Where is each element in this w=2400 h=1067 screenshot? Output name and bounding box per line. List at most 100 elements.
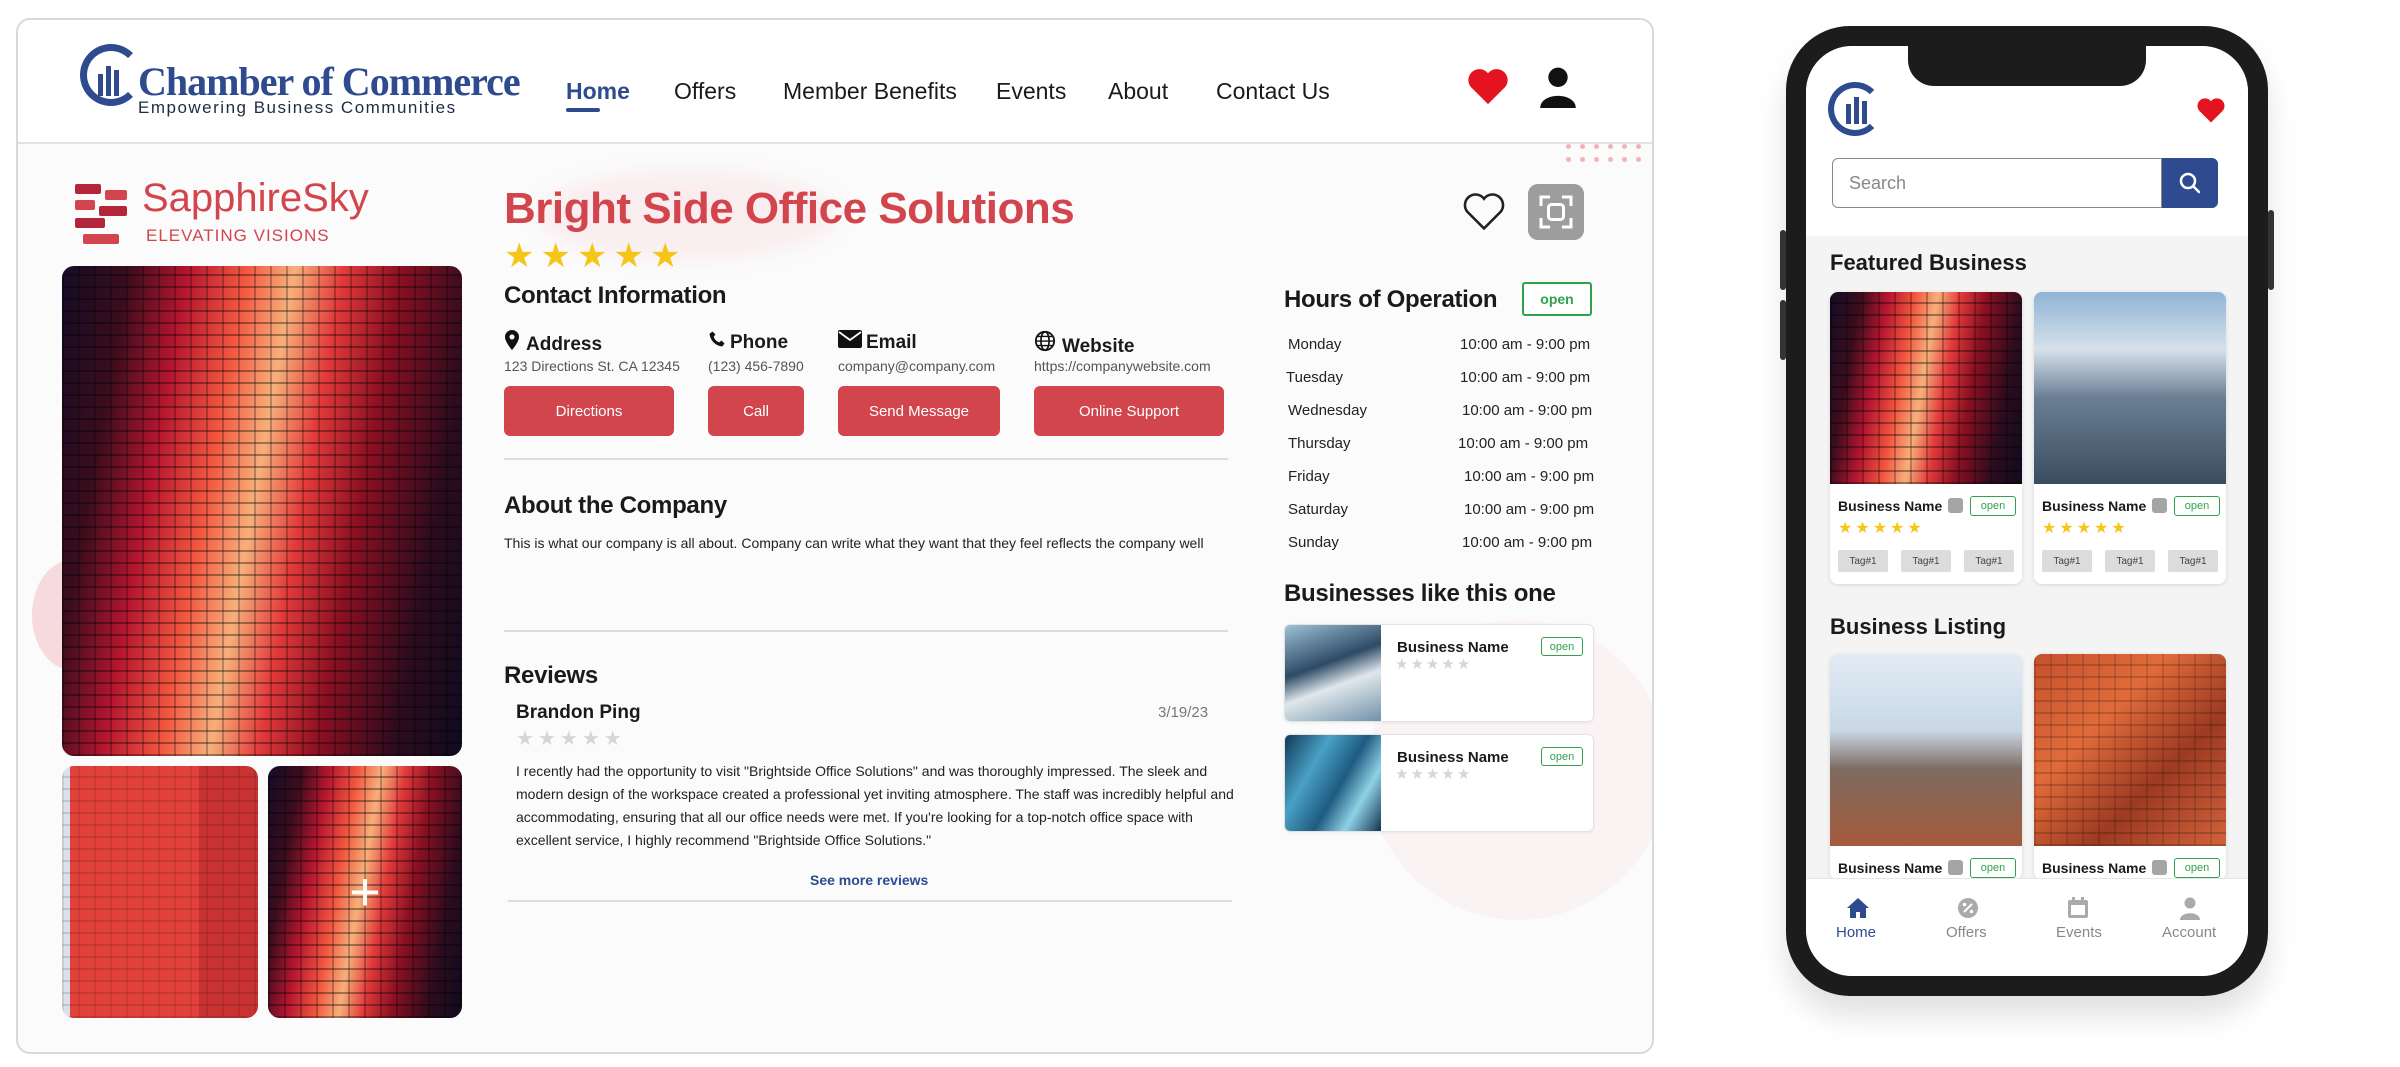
sapphiresky-logo-icon: [75, 184, 131, 248]
top-navbar: Chamber of Commerce Empowering Business …: [18, 20, 1652, 144]
scan-icon: [1539, 195, 1573, 229]
nav-events[interactable]: Events: [996, 78, 1066, 105]
open-status-badge: open: [2174, 858, 2220, 878]
nav-offers[interactable]: Offers: [674, 78, 736, 105]
listing-business-card[interactable]: Business Name open: [2034, 654, 2226, 880]
open-status-badge: open: [1522, 282, 1592, 316]
gallery-photo-more[interactable]: +: [268, 766, 462, 1018]
company-title: Bright Side Office Solutions: [504, 184, 1075, 233]
divider: [504, 630, 1228, 632]
qr-icon: [1948, 860, 1963, 875]
send-message-button[interactable]: Send Message: [838, 386, 1000, 436]
envelope-icon: [838, 330, 866, 353]
tag-chip[interactable]: Tag#1: [2042, 550, 2092, 572]
phone-power-button: [2268, 210, 2274, 290]
website-value[interactable]: https://companywebsite.com: [1034, 358, 1211, 374]
tab-events[interactable]: Events: [2056, 924, 2102, 941]
decor-dots: [1566, 144, 1642, 162]
website-label: Website: [1062, 336, 1135, 357]
logo-subtitle: Empowering Business Communities: [138, 98, 457, 117]
tag-chip[interactable]: Tag#1: [1838, 550, 1888, 572]
open-status-badge: open: [1970, 496, 2016, 516]
gallery-photo-1[interactable]: [62, 766, 258, 1018]
qr-icon: [2152, 860, 2167, 875]
business-photo: [1830, 654, 2022, 846]
heart-icon[interactable]: [2196, 96, 2226, 124]
tab-home[interactable]: Home: [1836, 924, 1876, 941]
contact-website: Website: [1034, 330, 1135, 358]
search-button[interactable]: [2162, 158, 2218, 208]
tag-chip[interactable]: Tag#1: [1964, 550, 2014, 572]
review-date: 3/19/23: [1158, 704, 1209, 721]
nav-contact-us[interactable]: Contact Us: [1216, 78, 1330, 105]
qr-icon: [1948, 498, 1963, 513]
tab-offers[interactable]: Offers: [1946, 924, 1987, 941]
listing-business-card[interactable]: Business Name open: [1830, 654, 2022, 880]
reviews-heading: Reviews: [504, 662, 598, 689]
star-icon: ★: [559, 728, 578, 750]
company-rating: ★ ★ ★ ★ ★: [504, 236, 680, 276]
tag-chip[interactable]: Tag#1: [1901, 550, 1951, 572]
phone-value: (123) 456-7890: [708, 358, 804, 374]
phone-volume-button: [1780, 300, 1786, 360]
open-status-badge: open: [1541, 637, 1583, 656]
review-text: I recently had the opportunity to visit …: [516, 763, 1234, 848]
user-icon: [2180, 897, 2200, 920]
search-icon: [2179, 172, 2201, 194]
logo-building-icon: [98, 62, 128, 96]
contact-phone: Phone: [708, 330, 788, 354]
contact-address: Address: [504, 330, 602, 356]
hours-day: Monday: [1288, 336, 1342, 353]
brand-name: SapphireSky: [142, 176, 369, 220]
address-value: 123 Directions St. CA 12345: [504, 358, 680, 374]
star-icon: ★: [581, 728, 600, 750]
qr-scan-button[interactable]: [1528, 184, 1584, 240]
hours-time: 10:00 am - 9:00 pm: [1464, 501, 1595, 518]
star-icon: ★: [576, 237, 608, 275]
heart-icon[interactable]: [1466, 66, 1510, 106]
business-name: Business Name: [1838, 860, 1943, 876]
nav-home[interactable]: Home: [566, 78, 630, 105]
nav-about[interactable]: About: [1108, 78, 1168, 105]
main-photo[interactable]: [62, 266, 462, 756]
qr-icon: [2152, 498, 2167, 513]
search-input[interactable]: Search: [1832, 158, 2162, 208]
home-icon: [1847, 898, 1869, 918]
star-icon: ★: [613, 237, 644, 275]
open-status-badge: open: [1541, 747, 1583, 766]
tag-chip[interactable]: Tag#1: [2105, 550, 2155, 572]
user-icon[interactable]: [1538, 66, 1578, 108]
directions-button[interactable]: Directions: [504, 386, 674, 436]
address-label: Address: [526, 334, 603, 355]
business-rating: ★ ★ ★ ★ ★: [1838, 520, 1922, 537]
review-author: Brandon Ping: [516, 702, 641, 723]
business-rating: ★ ★ ★ ★ ★: [1395, 766, 1471, 783]
see-more-reviews-link[interactable]: See more reviews: [810, 872, 928, 888]
similar-business-card[interactable]: Business Name open ★ ★ ★ ★ ★: [1284, 734, 1594, 832]
call-button[interactable]: Call: [708, 386, 804, 436]
phone-label: Phone: [730, 332, 789, 353]
business-name: Business Name: [1397, 749, 1509, 766]
online-support-button[interactable]: Online Support: [1034, 386, 1224, 436]
featured-business-card[interactable]: Business Name open ★ ★ ★ ★ ★ Tag#1 Tag#1 Tag…: [1830, 292, 2022, 584]
hours-heading: Hours of Operation: [1284, 286, 1498, 313]
business-rating: ★ ★ ★ ★ ★: [1395, 656, 1471, 673]
similar-business-card[interactable]: Business Name open ★ ★ ★ ★ ★: [1284, 624, 1594, 722]
review-rating: ★ ★ ★ ★ ★: [516, 726, 622, 751]
hours-time: 10:00 am - 9:00 pm: [1460, 336, 1591, 353]
hours-time: 10:00 am - 9:00 pm: [1458, 435, 1589, 452]
contact-email: Email: [838, 330, 917, 354]
nav-member-benefits[interactable]: Member Benefits: [783, 78, 957, 105]
divider: [508, 900, 1232, 902]
about-text: This is what our company is all about. C…: [504, 535, 1204, 551]
phone-notch: [1908, 46, 2146, 86]
tag-chip[interactable]: Tag#1: [2168, 550, 2218, 572]
open-status-badge: open: [2174, 496, 2220, 516]
star-icon: ★: [537, 728, 556, 750]
favorite-heart-icon[interactable]: [1462, 190, 1506, 232]
globe-icon: [1034, 330, 1062, 357]
featured-business-card[interactable]: Business Name open ★ ★ ★ ★ ★ Tag#1 Tag#1 Tag…: [2034, 292, 2226, 584]
business-name: Business Name: [1397, 639, 1509, 656]
hours-time: 10:00 am - 9:00 pm: [1462, 534, 1593, 551]
tab-account[interactable]: Account: [2162, 924, 2216, 941]
